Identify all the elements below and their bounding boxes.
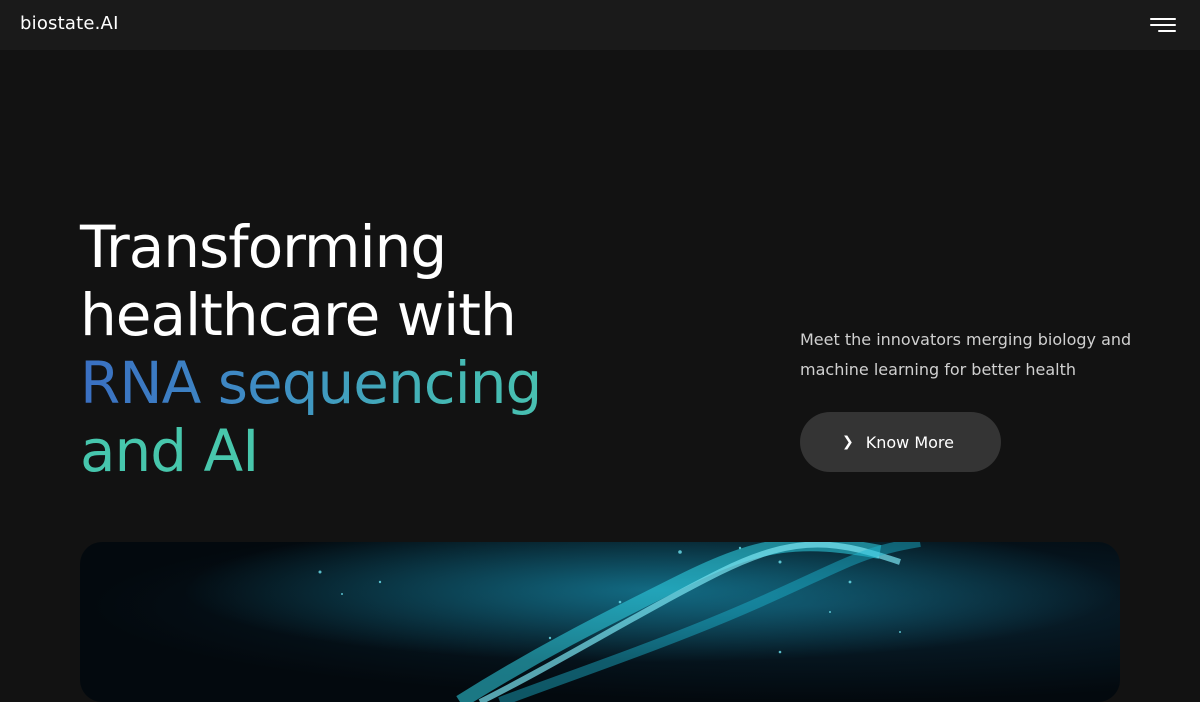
hero-title-line-1: Transforming [80,213,447,281]
hero-title-highlight-1: RNA sequencing [80,349,640,417]
hero-title-line-2: healthcare with [80,281,517,349]
hero-title-highlight-2: and AI [80,417,640,485]
hero-title: Transforming healthcare with RNA sequenc… [80,213,640,485]
chevron-right-icon: ❯ [842,434,854,450]
know-more-label: Know More [865,432,954,452]
dna-helix-image [80,542,1120,702]
top-navigation-bar: biostate.AI [0,0,1200,50]
know-more-button[interactable]: ❯ Know More [800,412,1001,472]
brand-logo[interactable]: biostate.AI [20,13,119,34]
hamburger-menu-icon[interactable] [1148,16,1176,34]
hero-subtitle: Meet the innovators merging biology and … [800,330,1132,379]
